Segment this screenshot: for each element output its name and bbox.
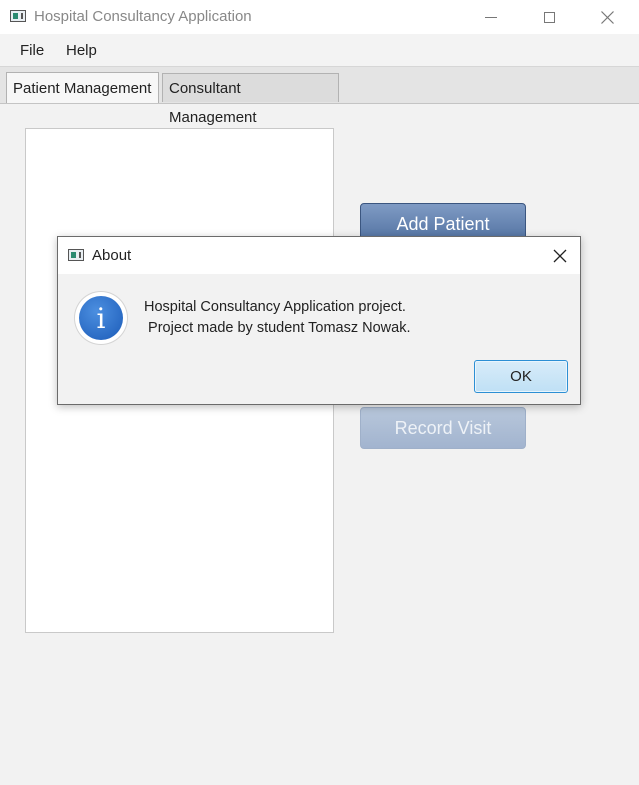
- menu-bar: File Help: [0, 34, 639, 67]
- close-icon: [600, 10, 614, 24]
- dialog-titlebar: About: [58, 237, 580, 274]
- window-close-button[interactable]: [584, 0, 630, 34]
- maximize-icon: [543, 11, 555, 23]
- minimize-icon: [485, 16, 497, 18]
- about-dialog: About i Hospital Consultancy Application…: [57, 236, 581, 405]
- close-icon: [553, 249, 567, 262]
- dialog-message: Hospital Consultancy Application project…: [144, 299, 411, 336]
- info-glyph: i: [79, 296, 123, 340]
- dialog-app-icon: [68, 249, 84, 261]
- window-titlebar: Hospital Consultancy Application: [0, 0, 639, 34]
- tab-consultant-management[interactable]: Consultant Management: [162, 73, 339, 126]
- menu-help[interactable]: Help: [66, 42, 97, 59]
- ok-button[interactable]: OK: [474, 360, 568, 393]
- tab-bar: Patient Management Consultant Management: [0, 67, 639, 126]
- record-visit-button[interactable]: Record Visit: [360, 407, 526, 449]
- tab-patient-management[interactable]: Patient Management: [6, 72, 159, 103]
- info-icon: i: [75, 292, 127, 344]
- menu-file[interactable]: File: [20, 42, 44, 59]
- minimize-button[interactable]: [468, 0, 514, 34]
- maximize-button[interactable]: [526, 0, 572, 34]
- app-icon: [10, 10, 26, 22]
- dialog-close-button[interactable]: [540, 237, 580, 274]
- window-title: Hospital Consultancy Application: [34, 8, 252, 25]
- dialog-title: About: [92, 247, 132, 264]
